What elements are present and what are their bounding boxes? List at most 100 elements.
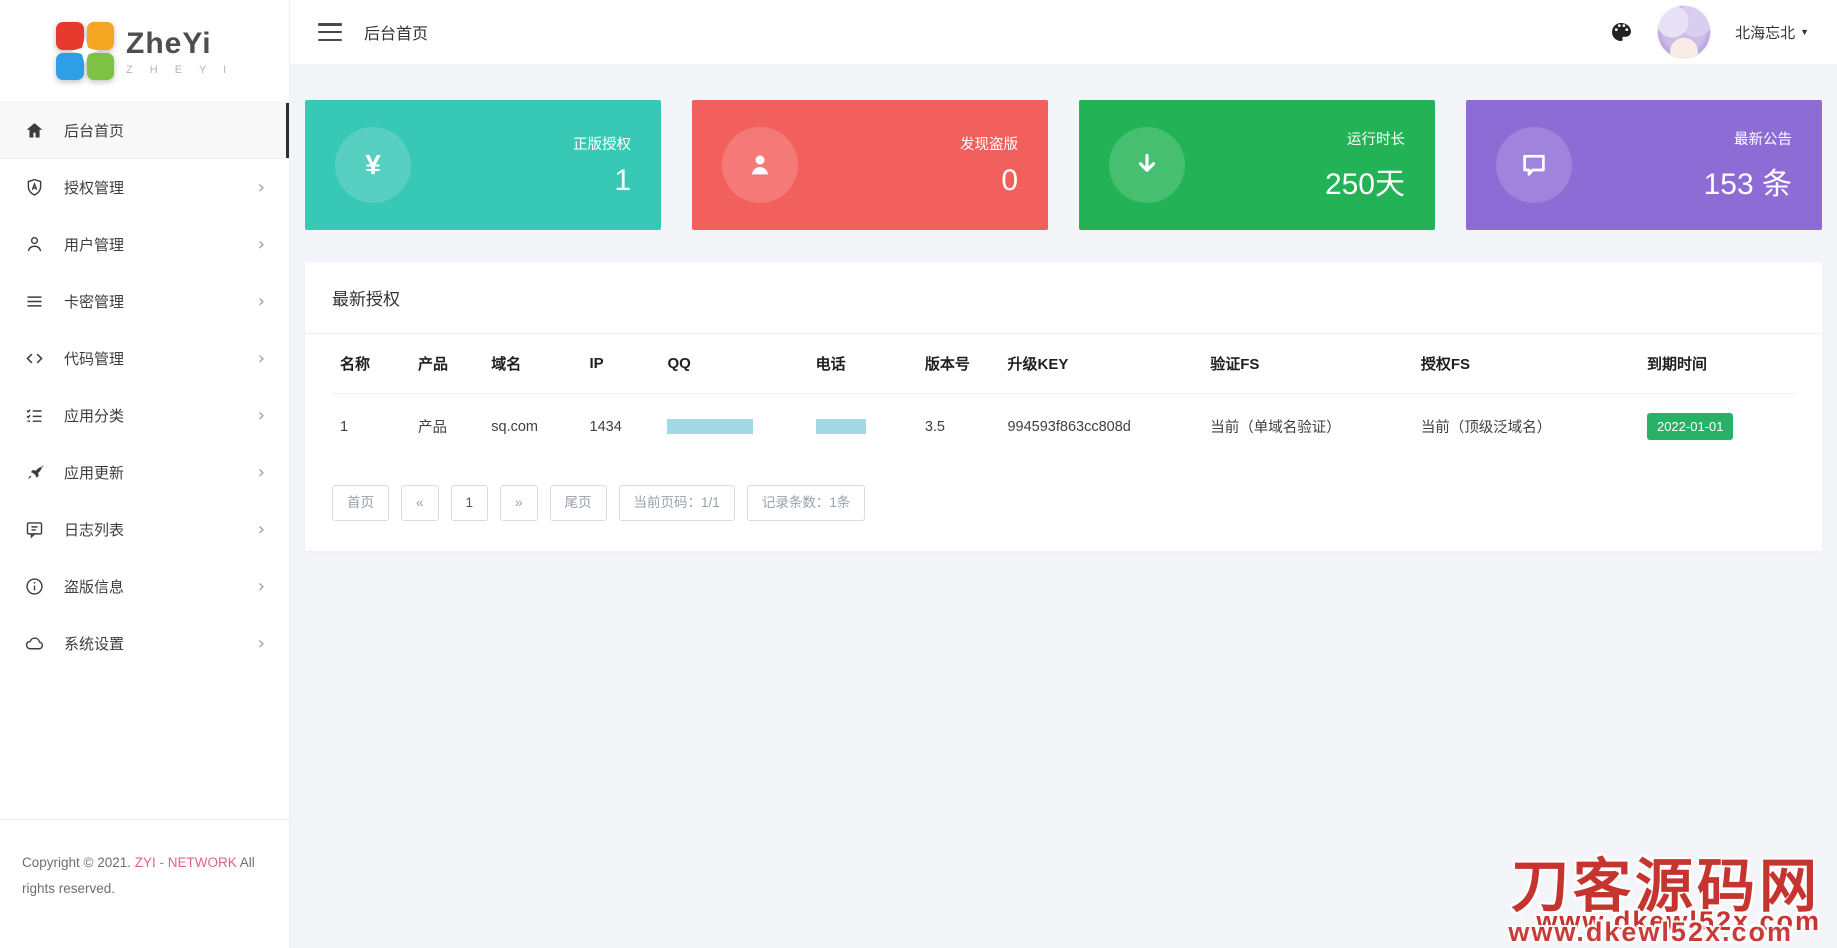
stat-card-licensed: ¥ 正版授权 1 [305,100,661,230]
watermark: 刀客源码网 www.dkewl52x.com www.dkewl52x.com [1508,858,1821,946]
sidebar-item-app-category[interactable]: 应用分类 › [0,387,289,444]
col-name: 名称 [332,334,410,394]
table-header-row: 名称 产品 域名 IP QQ 电话 版本号 升级KEY 验证FS 授权FS 到期… [332,334,1795,394]
expire-date-badge: 2022-01-01 [1646,413,1734,440]
cell-verify-fs: 当前（单域名验证） [1210,420,1341,436]
stat-cards: ¥ 正版授权 1 发现盗版 0 运行时长 250天 最新公告 153 条 [305,100,1822,230]
cell-ip: 1434 [589,418,622,435]
cell-qq [659,394,807,460]
sidebar-item-card-keys[interactable]: 卡密管理 › [0,273,289,330]
user-icon [24,234,45,255]
cell-domain: sq.com [491,418,539,435]
cell-upgrade-key: 994593f863cc808d [1007,418,1131,435]
panel-title: 最新授权 [305,262,1822,334]
pagination: 首页 « 1 » 尾页 当前页码：1/1 记录条数：1条 [332,485,1795,521]
sidebar-item-label: 日志列表 [64,522,125,539]
pagination-page-button[interactable]: 1 [450,485,489,521]
sidebar-item-authorization[interactable]: 授权管理 › [0,159,289,216]
col-auth-fs: 授权FS [1412,334,1639,394]
stat-card-piracy: 发现盗版 0 [692,100,1048,230]
sidebar-item-users[interactable]: 用户管理 › [0,216,289,273]
chevron-right-icon: › [257,233,265,255]
pagination-first-button[interactable]: 首页 [332,485,389,521]
sidebar-item-label: 应用分类 [64,408,125,425]
col-phone: 电话 [807,334,917,394]
username: 北海忘北 [1735,24,1796,42]
info-icon [24,576,45,597]
chevron-right-icon: › [257,575,265,597]
sidebar-item-label: 后台首页 [64,123,125,140]
home-icon [24,120,45,141]
stat-value: 1 [614,163,631,197]
redacted-qq-bar [667,419,754,435]
chevron-right-icon: › [257,518,265,540]
copyright-link[interactable]: ZYI - NETWORK [135,855,237,870]
rocket-icon [24,462,45,483]
cell-phone [808,394,917,460]
chevron-right-icon: › [257,632,265,654]
pagination-last-button[interactable]: 尾页 [549,485,607,521]
app-logo[interactable]: ZheYi Z H E Y I [0,0,289,102]
col-expire: 到期时间 [1638,334,1795,394]
sidebar-item-piracy-info[interactable]: 盗版信息 › [0,558,289,615]
cell-auth-fs: 当前（顶级泛域名） [1420,420,1552,436]
copyright-prefix: Copyright © 2021. [22,855,132,870]
col-verify-fs: 验证FS [1202,334,1413,394]
cell-name: 1 [340,418,349,435]
pagination-page-info: 当前页码：1/1 [618,485,735,521]
topbar: 后台首页 北海忘北 ▼ [290,0,1837,64]
sidebar-item-label: 代码管理 [64,351,125,368]
sidebar-item-label: 卡密管理 [64,294,125,311]
col-product: 产品 [409,334,484,394]
download-icon [1109,127,1185,203]
redacted-phone-bar [815,419,866,435]
avatar[interactable] [1657,5,1712,59]
col-ip: IP [581,334,660,394]
pagination-next-button[interactable]: » [500,485,538,521]
watermark-title: 刀客源码网 [1510,854,1821,919]
latest-authorizations-panel: 最新授权 名称 产品 域名 IP QQ 电话 版本号 升级KEY 验证FS 授权… [305,262,1822,551]
shield-icon [24,177,45,198]
user-menu[interactable]: 北海忘北 ▼ [1735,22,1809,43]
authorizations-table: 名称 产品 域名 IP QQ 电话 版本号 升级KEY 验证FS 授权FS 到期… [332,334,1795,459]
cell-product: 产品 [417,420,447,436]
stat-value: 0 [1001,163,1018,197]
code-icon [24,348,45,369]
sidebar-item-label: 用户管理 [64,237,125,254]
main-content: ¥ 正版授权 1 发现盗版 0 运行时长 250天 最新公告 153 条 最新授… [290,64,1837,551]
sidebar-item-dashboard[interactable]: 后台首页 [0,102,289,159]
sidebar-item-logs[interactable]: 日志列表 › [0,501,289,558]
stat-value: 250天 [1324,167,1405,201]
comment-icon [1496,127,1572,203]
stat-label: 发现盗版 [960,136,1018,153]
sidebar-item-label: 盗版信息 [64,579,125,596]
watermark-url: www.dkewl52x.com [1536,906,1821,936]
cloud-icon [24,633,45,654]
log-icon [24,519,45,540]
chevron-right-icon: › [257,404,265,426]
col-domain: 域名 [483,334,582,394]
menu-toggle-icon[interactable] [318,23,342,41]
table-row: 1 产品 sq.com 1434 3.5 994593f863cc808d 当前… [332,394,1795,460]
star-icon [56,22,114,80]
yen-icon: ¥ [335,127,411,203]
col-version: 版本号 [916,334,1000,394]
stat-value: 153 条 [1703,167,1792,201]
stat-label: 正版授权 [573,136,631,153]
chevron-right-icon: › [257,290,265,312]
chevron-right-icon: › [257,176,265,198]
sidebar-item-label: 应用更新 [64,465,125,482]
sidebar-menu: 后台首页 授权管理 › 用户管理 › 卡密管理 › 代码管理 › 应用分类 › … [0,102,289,672]
logo-icon [56,22,114,80]
theme-palette-icon[interactable] [1609,20,1633,44]
sidebar-item-settings[interactable]: 系统设置 › [0,615,289,672]
col-upgrade-key: 升级KEY [999,334,1203,394]
sidebar-item-label: 系统设置 [64,636,125,653]
cell-expire: 2022-01-01 [1639,394,1795,460]
page-title: 后台首页 [364,26,429,43]
sidebar-item-code[interactable]: 代码管理 › [0,330,289,387]
pagination-prev-button[interactable]: « [401,485,439,521]
stat-label: 最新公告 [1734,131,1792,148]
sidebar-item-app-update[interactable]: 应用更新 › [0,444,289,501]
user-icon [722,127,798,203]
